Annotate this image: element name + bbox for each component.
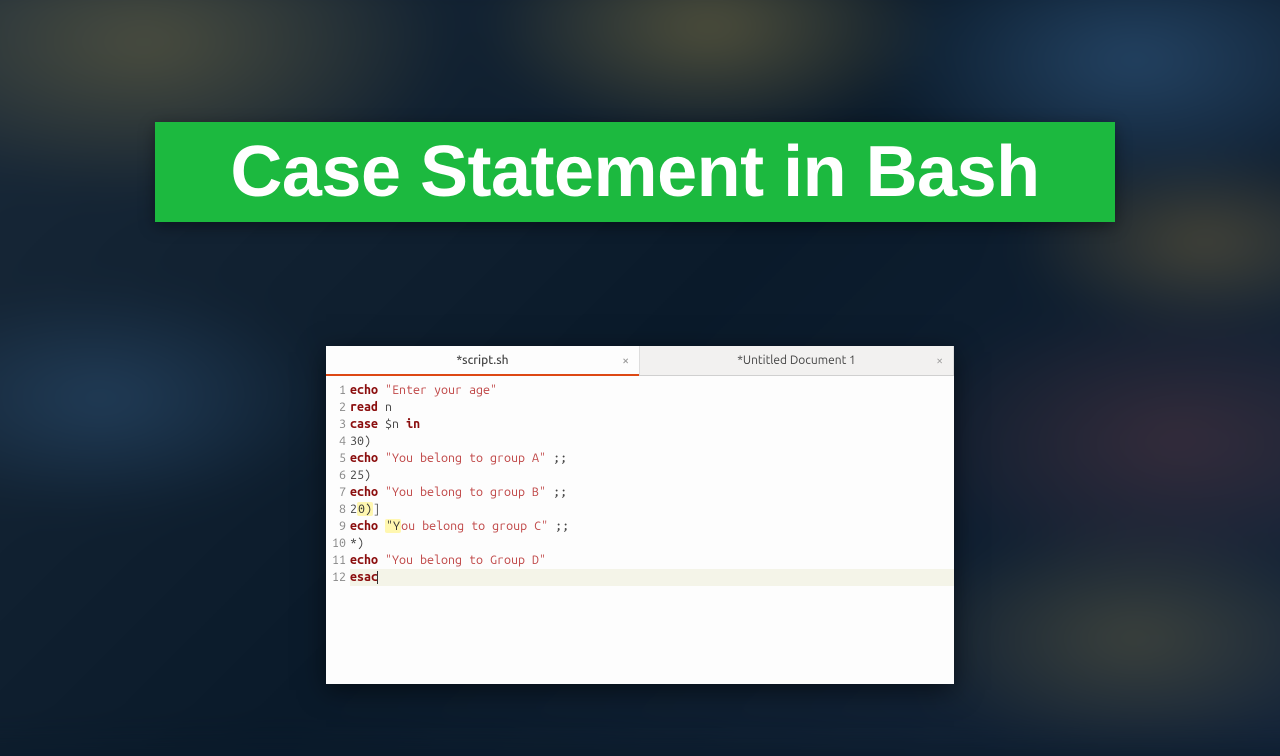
code-line[interactable]: echo "You belong to group C" ;; (350, 518, 954, 535)
code-line[interactable]: 30) (350, 433, 954, 450)
line-number: 3 (332, 416, 346, 433)
tab-label: *script.sh (456, 354, 508, 367)
line-number: 9 (332, 518, 346, 535)
code-line[interactable]: *) (350, 535, 954, 552)
code-content[interactable]: echo "Enter your age"read ncase $n in30)… (350, 376, 954, 684)
code-line[interactable]: read n (350, 399, 954, 416)
line-number: 5 (332, 450, 346, 467)
title-banner: Case Statement in Bash (155, 122, 1115, 222)
code-line[interactable]: echo "You belong to group B" ;; (350, 484, 954, 501)
line-number: 10 (332, 535, 346, 552)
line-number: 2 (332, 399, 346, 416)
code-line[interactable]: echo "You belong to Group D" (350, 552, 954, 569)
title-text: Case Statement in Bash (230, 131, 1039, 213)
close-icon[interactable]: × (936, 354, 943, 367)
line-number-gutter: 123456789101112 (326, 376, 350, 684)
close-icon[interactable]: × (622, 354, 629, 367)
code-line[interactable]: case $n in (350, 416, 954, 433)
tab-label: *Untitled Document 1 (737, 354, 856, 367)
line-number: 7 (332, 484, 346, 501)
code-area[interactable]: 123456789101112 echo "Enter your age"rea… (326, 376, 954, 684)
line-number: 11 (332, 552, 346, 569)
code-line[interactable]: echo "You belong to group A" ;; (350, 450, 954, 467)
code-line[interactable]: 20)] (350, 501, 954, 518)
tab-bar: *script.sh × *Untitled Document 1 × (326, 346, 954, 376)
tab-script-sh[interactable]: *script.sh × (326, 346, 640, 375)
line-number: 8 (332, 501, 346, 518)
line-number: 4 (332, 433, 346, 450)
code-line[interactable]: esac (350, 569, 954, 586)
code-line[interactable]: echo "Enter your age" (350, 382, 954, 399)
line-number: 12 (332, 569, 346, 586)
tab-untitled-document[interactable]: *Untitled Document 1 × (640, 346, 954, 375)
line-number: 1 (332, 382, 346, 399)
code-line[interactable]: 25) (350, 467, 954, 484)
text-editor-window: *script.sh × *Untitled Document 1 × 1234… (326, 346, 954, 684)
line-number: 6 (332, 467, 346, 484)
